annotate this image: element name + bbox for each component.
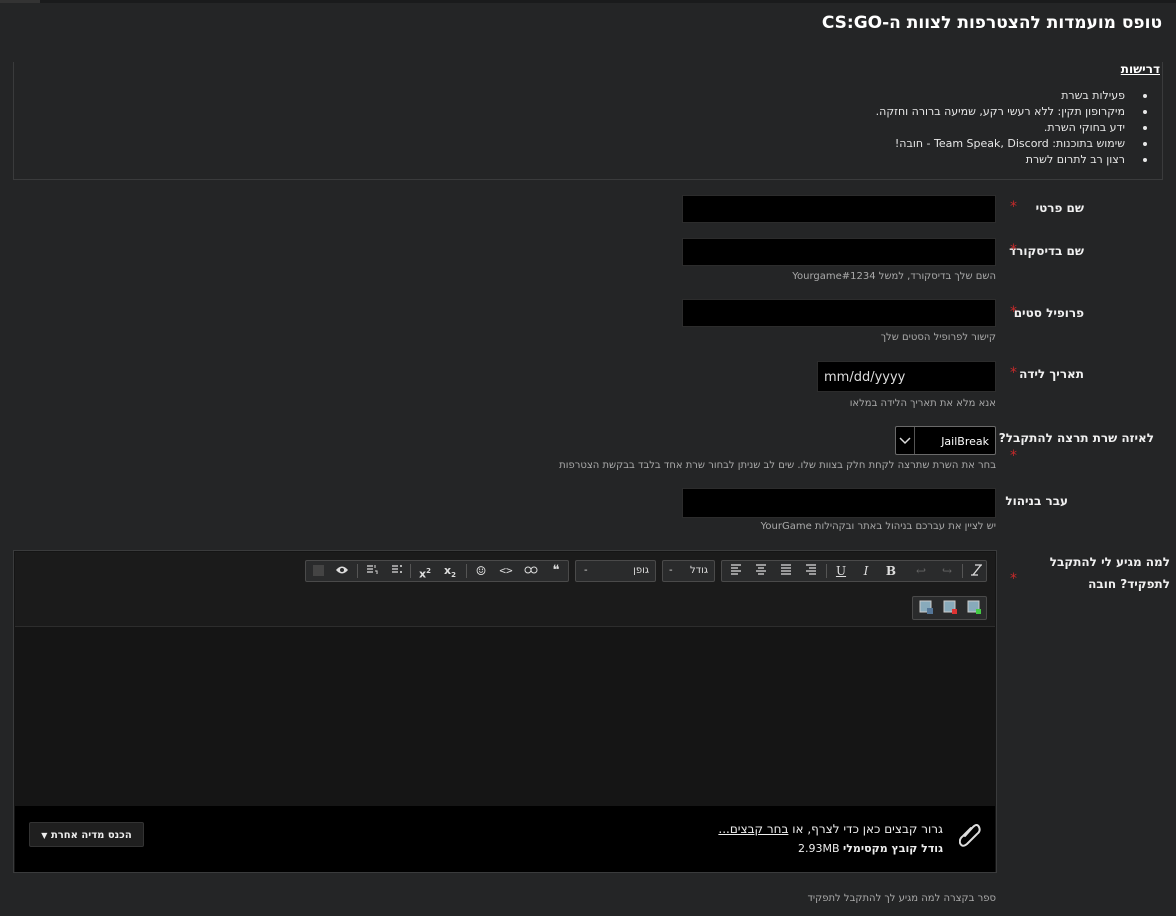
insert-media-button[interactable]: ▼ הכנס מדיה אחרת bbox=[29, 822, 144, 847]
why-hint: ספר בקצרה למה מגיע לך להתקבל לתפקיד bbox=[807, 893, 996, 904]
discord-hint: השם שלך בדיסקורד, למשל Yourgame#1234 bbox=[792, 271, 996, 282]
management-hint: יש לציין את עברכם בניהול באתר ובקהילות Y… bbox=[760, 521, 996, 532]
size-dropdown[interactable]: גודל - bbox=[662, 560, 715, 582]
restore-draft-icon[interactable] bbox=[917, 600, 935, 616]
birthdate-label: תאריך לידה bbox=[1019, 367, 1084, 381]
steam-label: פרופיל סטים bbox=[1013, 306, 1084, 320]
numbered-list-icon[interactable] bbox=[363, 563, 381, 579]
required-star: * bbox=[1010, 365, 1017, 381]
save-draft-icon[interactable] bbox=[965, 600, 983, 616]
emoji-icon[interactable]: ☺ bbox=[472, 563, 490, 579]
requirements-list: פעילות בשרת מיקרופון תקין: ללא רעשי רקע,… bbox=[875, 88, 1148, 168]
page-title: טופס מועמדות להצטרפות לצוות ה-CS:GO bbox=[821, 13, 1162, 33]
list-item: פעילות בשרת bbox=[876, 88, 1148, 104]
font-dropdown[interactable]: גופן - bbox=[575, 560, 656, 582]
paperclip-icon bbox=[958, 822, 981, 848]
server-select[interactable]: JailBreak bbox=[895, 426, 996, 455]
redo-icon[interactable]: ↪ bbox=[938, 563, 956, 579]
first-name-label: שם פרטי bbox=[1035, 201, 1084, 215]
list-item: שימוש בתוכנות: Team Speak, Discord - חוב… bbox=[876, 136, 1148, 152]
delete-draft-icon[interactable] bbox=[941, 600, 959, 616]
superscript-icon[interactable]: x2 bbox=[416, 563, 434, 581]
quote-icon[interactable]: ❝ bbox=[547, 563, 565, 579]
max-file-size-label: גודל קובץ מקסימלי bbox=[843, 842, 943, 855]
eye-preview-icon[interactable] bbox=[333, 563, 351, 579]
birthdate-hint: אנא מלא את תאריך הלידה במלאו bbox=[849, 398, 996, 409]
max-file-size: גודל קובץ מקסימלי 2.93MB bbox=[798, 842, 943, 855]
chevron-down-icon bbox=[896, 427, 915, 454]
undo-icon[interactable]: ↩ bbox=[912, 563, 930, 579]
remove-format-icon[interactable] bbox=[968, 563, 986, 579]
align-center-icon[interactable] bbox=[752, 563, 770, 579]
align-right-icon[interactable] bbox=[802, 563, 820, 579]
toolbar-divider bbox=[410, 564, 411, 578]
italic-icon[interactable]: I bbox=[857, 563, 875, 579]
editor-text-area[interactable] bbox=[15, 627, 995, 805]
insert-toolbar-group: ❝ <> ☺ x2 x2 bbox=[305, 560, 569, 582]
bold-icon[interactable]: B bbox=[882, 563, 900, 579]
source-mode-icon[interactable] bbox=[310, 563, 328, 579]
list-item: ידע בחוקי השרת. bbox=[876, 120, 1148, 136]
required-star: * bbox=[1010, 304, 1017, 320]
why-label: למה מגיע לי להתקבל לתפקיד? חובה bbox=[1049, 555, 1170, 591]
required-star: * bbox=[1010, 242, 1017, 258]
toolbar-divider bbox=[466, 564, 467, 578]
required-star: * bbox=[1010, 448, 1017, 464]
attach-drop-text: גרור קבצים כאן כדי לצרף, או בחר קבצים... bbox=[718, 822, 943, 836]
requirements-box: דרישות פעילות בשרת מיקרופון תקין: ללא רע… bbox=[13, 62, 1163, 180]
discord-field[interactable] bbox=[682, 238, 996, 266]
steam-field[interactable] bbox=[682, 299, 996, 327]
insert-media-label: הכנס מדיה אחרת bbox=[50, 830, 132, 841]
toolbar-divider bbox=[357, 564, 358, 578]
attachment-area: גרור קבצים כאן כדי לצרף, או בחר קבצים...… bbox=[15, 806, 995, 872]
server-select-value: JailBreak bbox=[941, 435, 989, 448]
birthdate-placeholder: mm/dd/yyyy bbox=[824, 370, 906, 385]
attach-instruction: גרור קבצים כאן כדי לצרף, או bbox=[788, 822, 943, 836]
font-dropdown-value: - bbox=[584, 565, 588, 576]
choose-files-link[interactable]: בחר קבצים... bbox=[718, 822, 788, 836]
code-icon[interactable]: <> bbox=[497, 563, 515, 579]
server-label: לאיזה שרת תרצה להתקבל? bbox=[998, 431, 1154, 445]
top-strip bbox=[0, 0, 1176, 3]
discord-label: שם בדיסקורד bbox=[1009, 244, 1084, 258]
bullet-list-icon[interactable] bbox=[388, 563, 406, 579]
toolbar-divider bbox=[826, 564, 827, 578]
management-field[interactable] bbox=[682, 488, 996, 518]
list-item: מיקרופון תקין: ללא רעשי רקע, שמיעה ברורה… bbox=[875, 105, 1148, 118]
align-left-icon[interactable] bbox=[727, 563, 745, 579]
align-justify-icon[interactable] bbox=[777, 563, 795, 579]
required-star: * bbox=[1010, 199, 1017, 215]
size-dropdown-value: - bbox=[669, 565, 673, 576]
requirements-heading: דרישות bbox=[1120, 62, 1160, 76]
top-strip-dots bbox=[0, 0, 40, 3]
rich-text-editor: ↪ ↩ B I U גודל - גופן - ❝ <> ☺ x2 x2 גרו… bbox=[13, 550, 997, 873]
first-name-field[interactable] bbox=[682, 195, 996, 223]
server-hint: בחר את השרת שתרצה לקחת חלק בצוות שלו. שי… bbox=[559, 460, 996, 471]
birthdate-field[interactable]: mm/dd/yyyy bbox=[817, 361, 996, 392]
format-toolbar-group: ↪ ↩ B I U bbox=[721, 560, 987, 582]
subscript-icon[interactable]: x2 bbox=[441, 563, 459, 579]
font-dropdown-label: גופן bbox=[633, 565, 649, 576]
list-item: רצון רב לתרום לשרת bbox=[876, 152, 1148, 168]
caret-down-icon: ▼ bbox=[41, 831, 48, 840]
max-file-size-value: 2.93MB bbox=[798, 842, 840, 855]
editor-toolbar: ↪ ↩ B I U גודל - גופן - ❝ <> ☺ x2 x2 bbox=[15, 552, 995, 627]
underline-icon[interactable]: U bbox=[832, 563, 850, 579]
toolbar-divider bbox=[962, 564, 963, 578]
size-dropdown-label: גודל bbox=[690, 565, 708, 576]
steam-hint: קישור לפרופיל הסטים שלך bbox=[880, 332, 996, 343]
link-icon[interactable] bbox=[522, 563, 540, 579]
required-star: * bbox=[1010, 571, 1017, 587]
management-label: עבר בניהול bbox=[1005, 494, 1068, 508]
drafts-toolbar-group bbox=[912, 596, 987, 620]
